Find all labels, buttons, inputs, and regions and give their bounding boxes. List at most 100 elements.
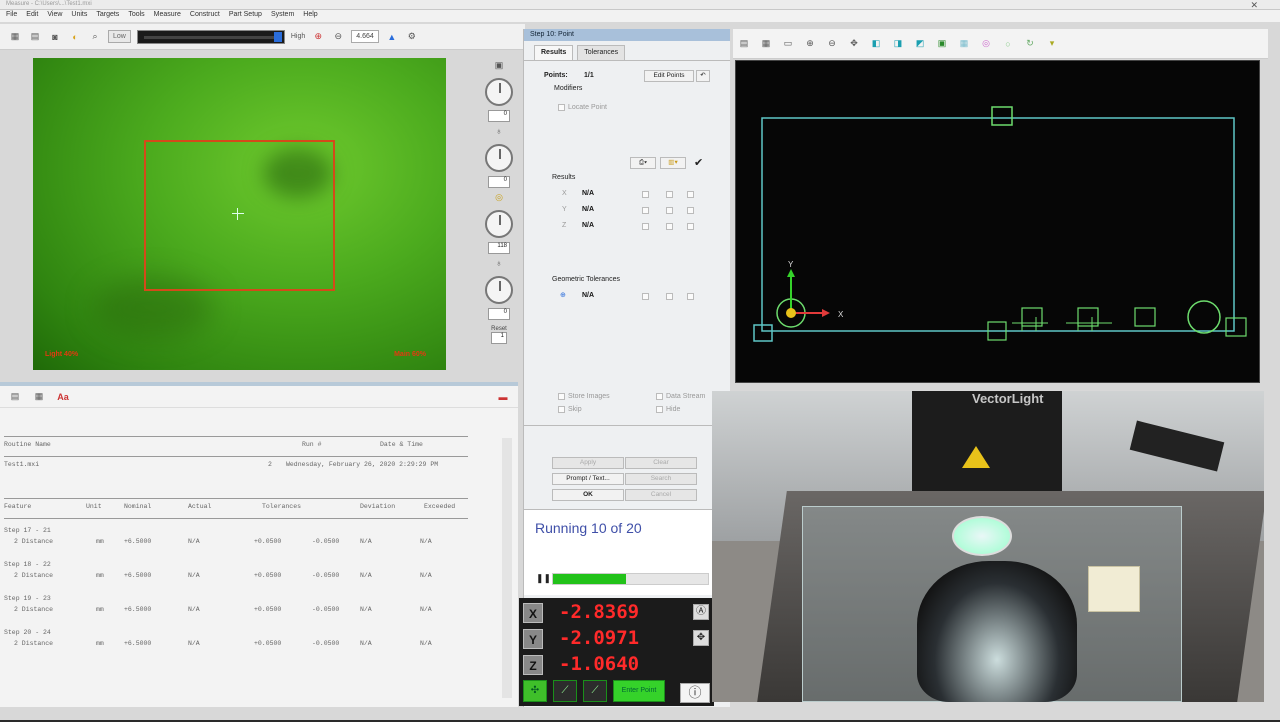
printer-icon[interactable]: ⎙▾ bbox=[630, 157, 656, 169]
prompt-text-button[interactable]: Prompt / Text... bbox=[552, 473, 624, 485]
pdf-icon[interactable]: ▬ bbox=[496, 390, 510, 404]
result-y-flag[interactable] bbox=[642, 207, 649, 214]
open-icon[interactable]: ▦ bbox=[8, 30, 22, 44]
measurement-report: Routine Name Run # Date & Time Test1.mxi… bbox=[4, 432, 468, 722]
menu-tools[interactable]: Tools bbox=[128, 11, 144, 21]
data-stream-checkbox[interactable] bbox=[656, 393, 663, 400]
reset-label: Reset bbox=[491, 326, 507, 332]
light-value-2[interactable]: 0 bbox=[488, 176, 510, 188]
zoom-out-icon[interactable]: ⊖ bbox=[825, 37, 839, 51]
camera-icon[interactable]: ◙ bbox=[48, 30, 62, 44]
edit-points-button[interactable]: Edit Points bbox=[644, 70, 694, 82]
undo-icon[interactable]: ↶ bbox=[696, 70, 710, 82]
reset-value[interactable]: 1 bbox=[491, 332, 507, 344]
result-z-flag[interactable] bbox=[642, 223, 649, 230]
pan-icon[interactable]: ✥ bbox=[847, 37, 861, 51]
info-icon[interactable]: ⓘ bbox=[680, 683, 710, 703]
cancel-button[interactable]: Cancel bbox=[625, 489, 697, 501]
zero-z-button[interactable]: Z bbox=[523, 655, 543, 675]
absolute-mode-icon[interactable]: Ⓐ bbox=[693, 604, 709, 620]
zoom-value[interactable]: 4.664 bbox=[351, 30, 379, 43]
menu-measure[interactable]: Measure bbox=[154, 11, 181, 21]
target-icon[interactable]: ◎ bbox=[979, 37, 993, 51]
circle-icon[interactable]: ○ bbox=[1001, 37, 1015, 51]
edge-tool-icon[interactable]: ⟋ bbox=[583, 680, 607, 702]
ok-button[interactable]: OK bbox=[552, 489, 624, 501]
skip-checkbox[interactable] bbox=[558, 406, 565, 413]
result-y-flag[interactable] bbox=[687, 207, 694, 214]
zero-x-button[interactable]: X bbox=[523, 603, 543, 623]
zero-y-button[interactable]: Y bbox=[523, 629, 543, 649]
menu-view[interactable]: View bbox=[47, 11, 62, 21]
light-slider-thumb[interactable] bbox=[273, 31, 282, 42]
menu-units[interactable]: Units bbox=[71, 11, 87, 21]
light-dial-2[interactable] bbox=[485, 144, 513, 172]
result-z-flag[interactable] bbox=[687, 223, 694, 230]
tab-tolerances[interactable]: Tolerances bbox=[577, 45, 626, 60]
search-icon[interactable]: ⌕ bbox=[88, 30, 102, 44]
menu-file[interactable]: File bbox=[6, 11, 17, 21]
menu-system[interactable]: System bbox=[271, 11, 294, 21]
menu-targets[interactable]: Targets bbox=[96, 11, 119, 21]
chart-icon[interactable]: ▥▾ bbox=[660, 157, 686, 169]
auto-focus-icon[interactable]: ▲ bbox=[385, 30, 399, 44]
menu-help[interactable]: Help bbox=[303, 11, 317, 21]
refresh-icon[interactable]: ↻ bbox=[1023, 37, 1037, 51]
report-scrollbar[interactable] bbox=[502, 438, 512, 698]
pause-icon[interactable]: ❚❚ bbox=[536, 573, 551, 584]
move-icon[interactable]: ✥ bbox=[693, 630, 709, 646]
light-slider[interactable] bbox=[136, 29, 285, 44]
comment-icon[interactable]: ▾ bbox=[1045, 37, 1059, 51]
apply-button[interactable]: Apply bbox=[552, 457, 624, 469]
print-icon[interactable]: ▤ bbox=[8, 390, 22, 404]
cad-part-view[interactable]: Y X bbox=[735, 60, 1260, 383]
geo-tol-flag[interactable] bbox=[687, 293, 694, 300]
tool-icon[interactable]: ⟋ bbox=[553, 680, 577, 702]
zoom-in-icon[interactable]: ⊕ bbox=[311, 30, 325, 44]
light-dial-4[interactable] bbox=[485, 276, 513, 304]
routine-name: Test1.mxi bbox=[4, 461, 40, 468]
geo-tol-flag[interactable] bbox=[642, 293, 649, 300]
clear-button[interactable]: Clear bbox=[625, 457, 697, 469]
hide-checkbox[interactable] bbox=[656, 406, 663, 413]
font-icon[interactable]: Aa bbox=[56, 390, 70, 404]
menu-construct[interactable]: Construct bbox=[190, 11, 220, 21]
zoom-in-icon[interactable]: ⊕ bbox=[803, 37, 817, 51]
export-icon[interactable]: ▦ bbox=[32, 390, 46, 404]
locate-point-checkbox[interactable] bbox=[558, 104, 565, 111]
tab-results[interactable]: Results bbox=[534, 45, 574, 60]
menu-edit[interactable]: Edit bbox=[26, 11, 38, 21]
joystick-icon[interactable]: ✣ bbox=[523, 680, 547, 702]
zoom-out-icon[interactable]: ⊖ bbox=[331, 30, 345, 44]
panel-menu-icon[interactable]: ▣ bbox=[493, 60, 505, 72]
view-top-icon[interactable]: ◧ bbox=[869, 37, 883, 51]
light-dial-1[interactable] bbox=[485, 78, 513, 106]
result-z-flag[interactable] bbox=[666, 223, 673, 230]
result-x-flag[interactable] bbox=[666, 191, 673, 198]
result-x-flag[interactable] bbox=[687, 191, 694, 198]
light-value-3[interactable]: 118 bbox=[488, 242, 510, 254]
zoom-fit-icon[interactable]: ▭ bbox=[781, 37, 795, 51]
check-icon[interactable]: ✔ bbox=[694, 156, 703, 169]
light-value-1[interactable]: 0 bbox=[488, 110, 510, 122]
light-value-4[interactable]: 0 bbox=[488, 308, 510, 320]
enter-point-button[interactable]: Enter Point bbox=[613, 680, 665, 702]
camera-view[interactable]: Light 40% Main 60% bbox=[33, 58, 446, 370]
print-icon[interactable]: ▤ bbox=[737, 37, 751, 51]
geo-tol-flag[interactable] bbox=[666, 293, 673, 300]
menu-part-setup[interactable]: Part Setup bbox=[229, 11, 262, 21]
image-icon[interactable]: ▣ bbox=[935, 37, 949, 51]
focus-settings-icon[interactable]: ⚙ bbox=[405, 30, 419, 44]
light-dial-3[interactable] bbox=[485, 210, 513, 238]
highlight-icon[interactable]: ◐ bbox=[68, 30, 82, 44]
grid-icon[interactable]: ▦ bbox=[957, 37, 971, 51]
view-front-icon[interactable]: ◨ bbox=[891, 37, 905, 51]
copy-icon[interactable]: ▦ bbox=[759, 37, 773, 51]
search-button[interactable]: Search bbox=[625, 473, 697, 485]
save-icon[interactable]: ▤ bbox=[28, 30, 42, 44]
store-images-checkbox[interactable] bbox=[558, 393, 565, 400]
result-y-flag[interactable] bbox=[666, 207, 673, 214]
view-iso-icon[interactable]: ◩ bbox=[913, 37, 927, 51]
result-x-flag[interactable] bbox=[642, 191, 649, 198]
light-low-button[interactable]: Low bbox=[108, 30, 131, 43]
